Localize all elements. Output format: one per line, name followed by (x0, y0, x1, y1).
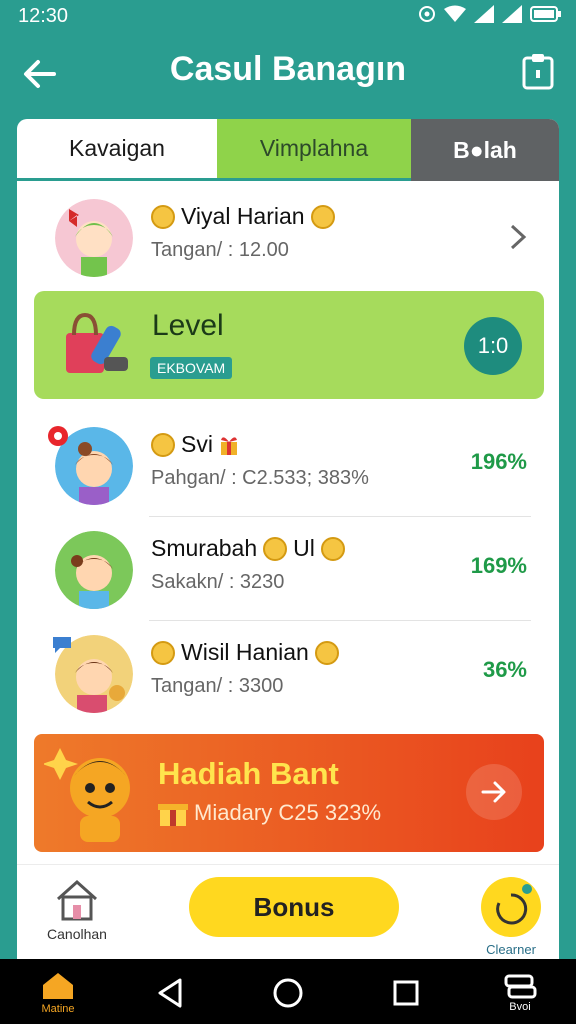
circle-home-icon (273, 978, 303, 1008)
bags-icon (66, 312, 128, 373)
battery-icon (530, 6, 561, 22)
home-shortcut-button[interactable]: Canolhan (37, 877, 117, 957)
badge-icon (48, 426, 68, 446)
bonus-button[interactable]: Bonus (189, 877, 399, 937)
tab-kavaigan[interactable]: Kavaigan (17, 119, 217, 181)
system-nav-bar: Matine Bvoi (0, 959, 576, 1024)
signal-icon-2 (502, 5, 522, 23)
row-subtitle: Pahgan/ : C2.533; 383% (151, 467, 369, 489)
status-time: 12:30 (18, 5, 69, 27)
promo-title: Hadiah Bant (158, 756, 339, 791)
avatar (55, 531, 133, 609)
clipboard-icon (522, 54, 554, 90)
home-shortcut-label: Canolhan (47, 926, 107, 942)
row-subtitle: Sakakn/ : 3230 (151, 571, 285, 593)
cleaner-label: Clearner (486, 942, 536, 957)
mascot-icon (44, 748, 130, 842)
row-title-text: Wisil Hanian (181, 639, 309, 665)
coin-icon (151, 432, 175, 457)
speech-bubble-icon (53, 637, 71, 653)
chevron-right-icon[interactable] (509, 223, 527, 251)
app-header: Casul Banagın (0, 34, 576, 118)
row-percent: 169% (470, 553, 527, 578)
nav-home-circle-button[interactable] (258, 967, 318, 1019)
status-bar: 12:30 (0, 0, 576, 34)
house-icon (56, 879, 98, 921)
bottom-action-area: Canolhan Bonus Clearner (17, 864, 559, 959)
list-item[interactable]: Svi Pahgan/ : C2.533; 383% 196% (17, 413, 559, 517)
level-title: Level (152, 309, 224, 342)
list-item[interactable]: Wisil Hanian Tangan/ : 3300 36% (17, 621, 559, 725)
switch-icon (504, 974, 537, 999)
promo-banner[interactable]: Hadiah Bant Miadary C25 323% (34, 734, 544, 852)
timer-icon (481, 877, 541, 937)
coin-icon (263, 536, 288, 561)
coin-icon (310, 204, 335, 229)
triangle-back-icon (158, 978, 182, 1008)
notification-icon (419, 6, 435, 22)
avatar (55, 199, 133, 277)
tab-bolah[interactable]: B●lah (411, 119, 559, 181)
row-subtitle: Tangan/ : 3300 (151, 675, 284, 697)
level-card[interactable]: Level EKBOVAM 1:0 (34, 291, 544, 399)
home-icon (43, 973, 73, 999)
clipboard-button[interactable] (520, 52, 556, 92)
row-percent: 196% (470, 449, 527, 474)
tab-vimplahna[interactable]: Vimplahna (217, 119, 411, 181)
row-title: Svi (151, 431, 239, 458)
coin-icon (151, 204, 175, 229)
list-item[interactable]: Smurabah Ul Sakakn/ : 3230 169% (17, 517, 559, 621)
row-title: Viyal Harian (151, 203, 335, 230)
row-title-suffix: Ul (293, 535, 315, 561)
wifi-icon (444, 5, 466, 22)
row-title-text: Smurabah (151, 535, 258, 561)
promo-subtitle: Miadary C25 323% (194, 800, 382, 825)
coin-icon (151, 640, 175, 665)
square-recents-icon (393, 980, 419, 1006)
nav-back-button[interactable] (140, 967, 200, 1019)
tab-bar: Kavaigan Vimplahna B●lah (17, 119, 559, 181)
nav-switch-button[interactable]: Bvoi (490, 967, 550, 1019)
gift-box-icon (158, 804, 188, 826)
arrow-right-icon (481, 781, 506, 803)
nav-home-button[interactable]: Matine (28, 967, 88, 1019)
level-count: 1:0 (464, 317, 522, 375)
main-card: Kavaigan Vimplahna B●lah Viyal Harian Ta… (17, 119, 559, 959)
row-subtitle: Tangan/ : 12.00 (151, 239, 289, 261)
signal-icon (474, 5, 494, 23)
nav-recents-button[interactable] (376, 967, 436, 1019)
list-item[interactable]: Viyal Harian Tangan/ : 12.00 (17, 185, 559, 289)
gift-icon (220, 436, 237, 455)
status-icons (418, 5, 562, 23)
promo-arrow-button[interactable] (466, 764, 522, 820)
row-percent: 36% (482, 657, 527, 682)
nav-switch-label: Bvoi (509, 1001, 531, 1013)
cleaner-button[interactable]: Clearner (473, 875, 549, 957)
row-title-text: Svi (181, 431, 213, 457)
page-title: Casul Banagın (169, 50, 407, 88)
row-title: Smurabah Ul (151, 535, 345, 562)
coin-icon (320, 536, 345, 561)
coin-icon (314, 640, 339, 665)
row-title-text: Viyal Harian (181, 203, 305, 229)
nav-home-label: Matine (41, 1003, 75, 1015)
level-badge: EKBOVAM (150, 357, 233, 379)
row-title: Wisil Hanian (151, 639, 339, 666)
